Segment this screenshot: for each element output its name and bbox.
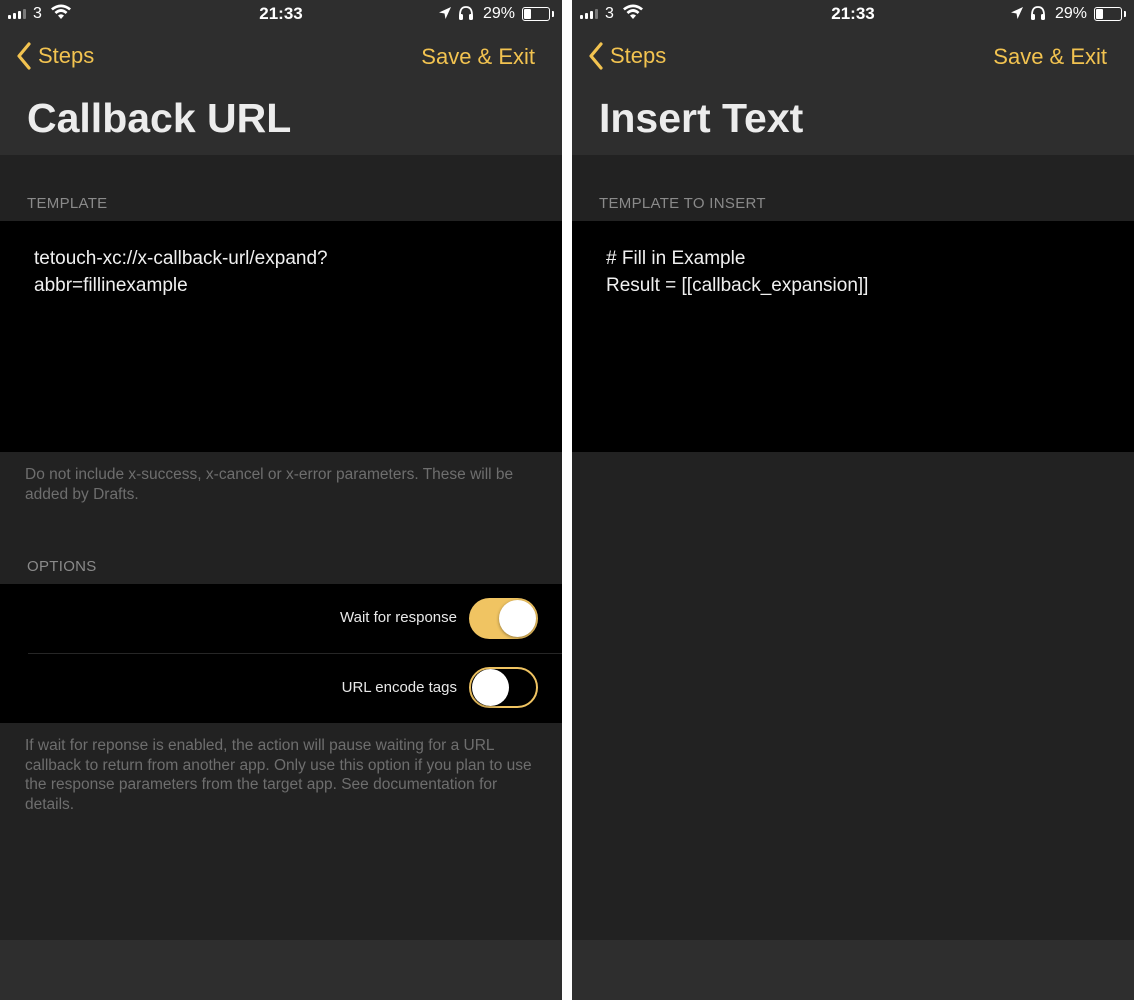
template-to-insert-editor[interactable]: # Fill in Example Result = [[callback_ex… xyxy=(572,221,1134,452)
battery-icon xyxy=(522,7,550,21)
location-arrow-icon xyxy=(439,7,451,19)
status-bar: 3 21:33 29% xyxy=(0,0,562,28)
battery-icon xyxy=(1094,7,1122,21)
template-note: Do not include x-success, x-cancel or x-… xyxy=(25,466,514,503)
url-encode-tags-toggle[interactable] xyxy=(469,667,538,708)
screenshot-stage: 3 21:33 29% Steps Save & Exit Callback U… xyxy=(0,0,1134,1000)
template-editor[interactable]: tetouch-xc://x-callback-url/expand? abbr… xyxy=(0,221,562,452)
options-section-label: OPTIONS xyxy=(27,558,97,575)
back-button[interactable]: Steps xyxy=(16,42,94,70)
chevron-left-icon xyxy=(589,42,603,70)
template-section-label: TEMPLATE xyxy=(27,195,108,212)
headphones-icon xyxy=(1031,6,1045,20)
option-label: Wait for response xyxy=(340,609,457,626)
header: 3 21:33 29% xyxy=(572,0,1134,155)
options-note: If wait for reponse is enabled, the acti… xyxy=(25,737,532,813)
battery-percent: 29% xyxy=(482,5,515,22)
bottom-bar xyxy=(0,940,562,1000)
option-wait-for-response: Wait for response xyxy=(0,584,562,654)
page-title: Insert Text xyxy=(599,95,804,141)
status-bar: 3 21:33 29% xyxy=(572,0,1134,28)
save-exit-button[interactable]: Save & Exit xyxy=(993,44,1107,70)
location-arrow-icon xyxy=(1011,7,1023,19)
chevron-left-icon xyxy=(17,42,31,70)
header: 3 21:33 29% xyxy=(0,0,562,155)
clock: 21:33 xyxy=(831,4,875,23)
back-button-label: Steps xyxy=(38,43,95,68)
option-url-encode-tags: URL encode tags xyxy=(0,654,562,723)
insert-text-screen: 3 21:33 29% Steps Save & Exit Insert Tex… xyxy=(572,0,1134,1000)
page-title: Callback URL xyxy=(27,95,292,141)
wait-for-response-toggle[interactable] xyxy=(469,598,538,639)
back-button[interactable]: Steps xyxy=(588,42,666,70)
headphones-icon xyxy=(459,6,473,20)
save-exit-button[interactable]: Save & Exit xyxy=(421,44,535,70)
option-label: URL encode tags xyxy=(341,679,457,696)
template-to-insert-section-label: TEMPLATE TO INSERT xyxy=(599,195,766,212)
bottom-bar xyxy=(572,940,1134,1000)
clock: 21:33 xyxy=(259,4,303,23)
back-button-label: Steps xyxy=(610,43,667,68)
battery-percent: 29% xyxy=(1054,5,1087,22)
callback-url-screen: 3 21:33 29% Steps Save & Exit Callback U… xyxy=(0,0,562,1000)
options-group: Wait for response URL encode tags xyxy=(0,584,562,723)
